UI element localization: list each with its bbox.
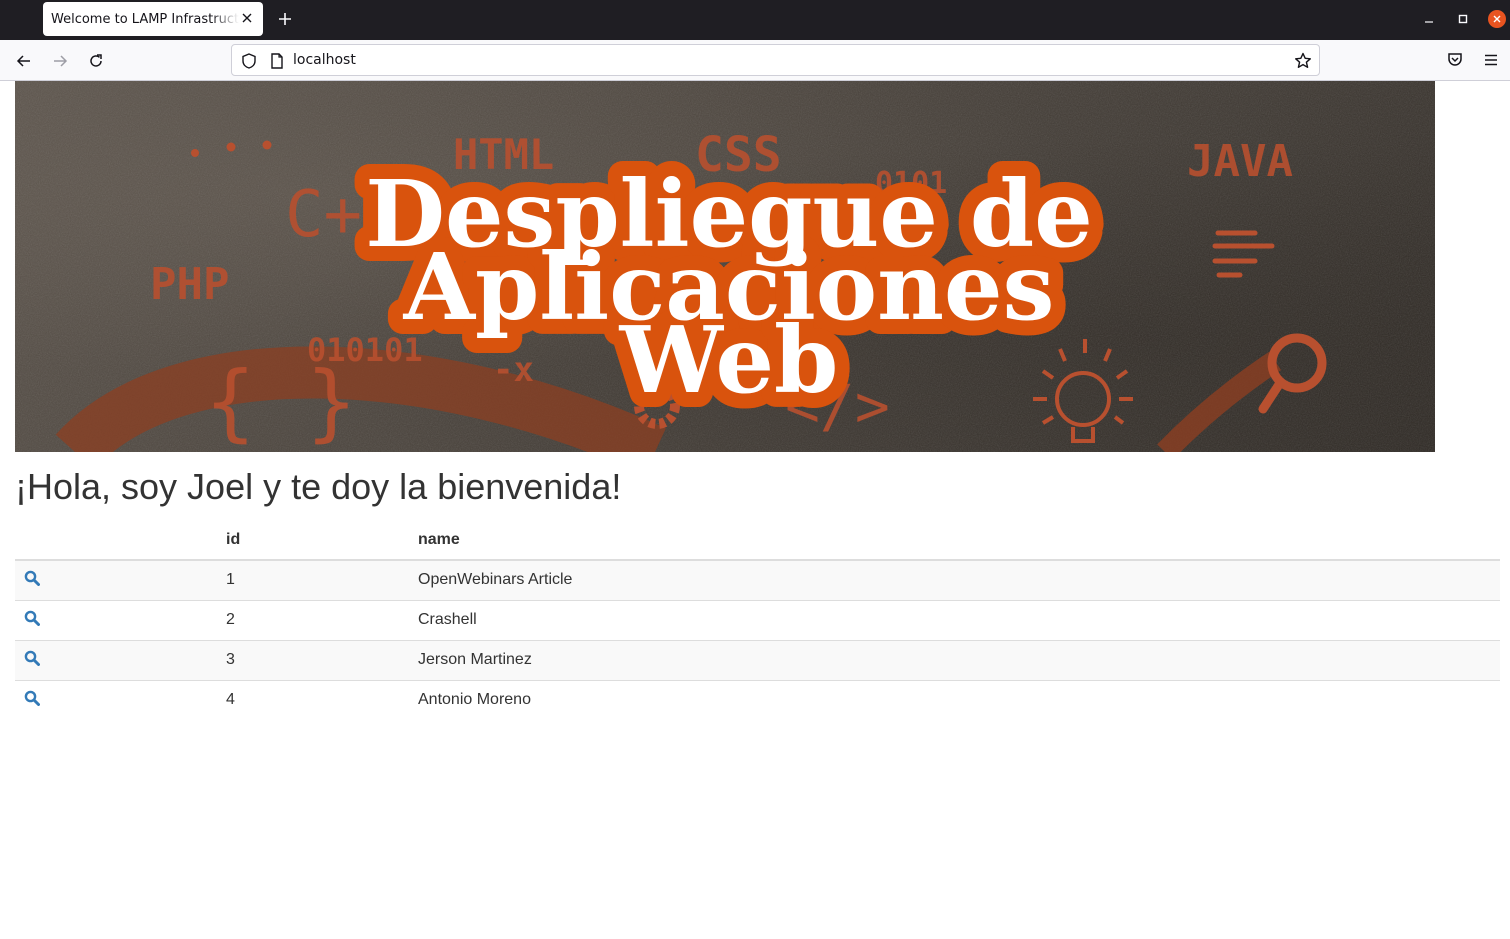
table-row: 3 Jerson Martinez bbox=[15, 639, 1500, 680]
shield-icon[interactable] bbox=[240, 52, 258, 70]
plus-icon[interactable] bbox=[274, 8, 296, 30]
page-content: HTML CSS JAVA C+ PHP 010101 0101 { } </>… bbox=[0, 81, 1510, 939]
column-header-name: name bbox=[410, 521, 1500, 561]
doodle-minus-x: -x bbox=[493, 350, 534, 390]
search-icon[interactable] bbox=[23, 609, 41, 627]
doodle-php: PHP bbox=[150, 259, 229, 310]
column-header-id: id bbox=[218, 521, 410, 561]
reload-icon[interactable] bbox=[83, 48, 109, 74]
doodle-cplus: C+ bbox=[285, 178, 362, 252]
address-bar[interactable]: localhost bbox=[231, 44, 1320, 76]
close-icon[interactable] bbox=[239, 10, 255, 26]
arrow-right-icon[interactable] bbox=[47, 48, 73, 74]
pocket-icon[interactable] bbox=[1443, 48, 1467, 72]
star-icon[interactable] bbox=[1293, 51, 1313, 71]
hamburger-menu-icon[interactable] bbox=[1479, 48, 1503, 72]
row-id: 1 bbox=[218, 559, 410, 600]
table-row: 4 Antonio Moreno bbox=[15, 679, 1500, 720]
row-id: 4 bbox=[218, 679, 410, 720]
table-row: 1 OpenWebinars Article bbox=[15, 559, 1500, 600]
column-header-action bbox=[15, 521, 218, 561]
row-name: Crashell bbox=[410, 599, 1500, 640]
search-icon[interactable] bbox=[23, 569, 41, 587]
row-id: 2 bbox=[218, 599, 410, 640]
tab-title: Welcome to LAMP Infrastructure bbox=[51, 11, 239, 27]
navigation-toolbar: localhost bbox=[0, 40, 1510, 81]
header-banner-image: HTML CSS JAVA C+ PHP 010101 0101 { } </>… bbox=[15, 81, 1435, 452]
row-name: Jerson Martinez bbox=[410, 639, 1500, 680]
doodle-java: JAVA bbox=[1187, 136, 1293, 187]
minimize-icon[interactable] bbox=[1418, 8, 1440, 30]
search-icon[interactable] bbox=[23, 689, 41, 707]
table-header-row: id name bbox=[15, 521, 1500, 561]
active-tab[interactable]: Welcome to LAMP Infrastructure bbox=[43, 2, 263, 36]
records-table: id name 1 OpenWebinars Article 2 Crashel… bbox=[15, 521, 1500, 720]
search-icon[interactable] bbox=[23, 649, 41, 667]
arrow-left-icon[interactable] bbox=[11, 48, 37, 74]
page-icon bbox=[268, 52, 286, 70]
tab-bar: Welcome to LAMP Infrastructure bbox=[0, 0, 1510, 40]
table-row: 2 Crashell bbox=[15, 599, 1500, 640]
row-id: 3 bbox=[218, 639, 410, 680]
row-name: Antonio Moreno bbox=[410, 679, 1500, 720]
doodle-braces: { } bbox=[205, 353, 357, 451]
maximize-icon[interactable] bbox=[1452, 8, 1474, 30]
window-close-icon[interactable] bbox=[1486, 8, 1508, 30]
row-name: OpenWebinars Article bbox=[410, 559, 1500, 600]
page-greeting-heading: ¡Hola, soy Joel y te doy la bienvenida! bbox=[15, 466, 622, 507]
banner-title-line3: Web bbox=[619, 306, 839, 414]
url-text[interactable]: localhost bbox=[293, 52, 356, 68]
